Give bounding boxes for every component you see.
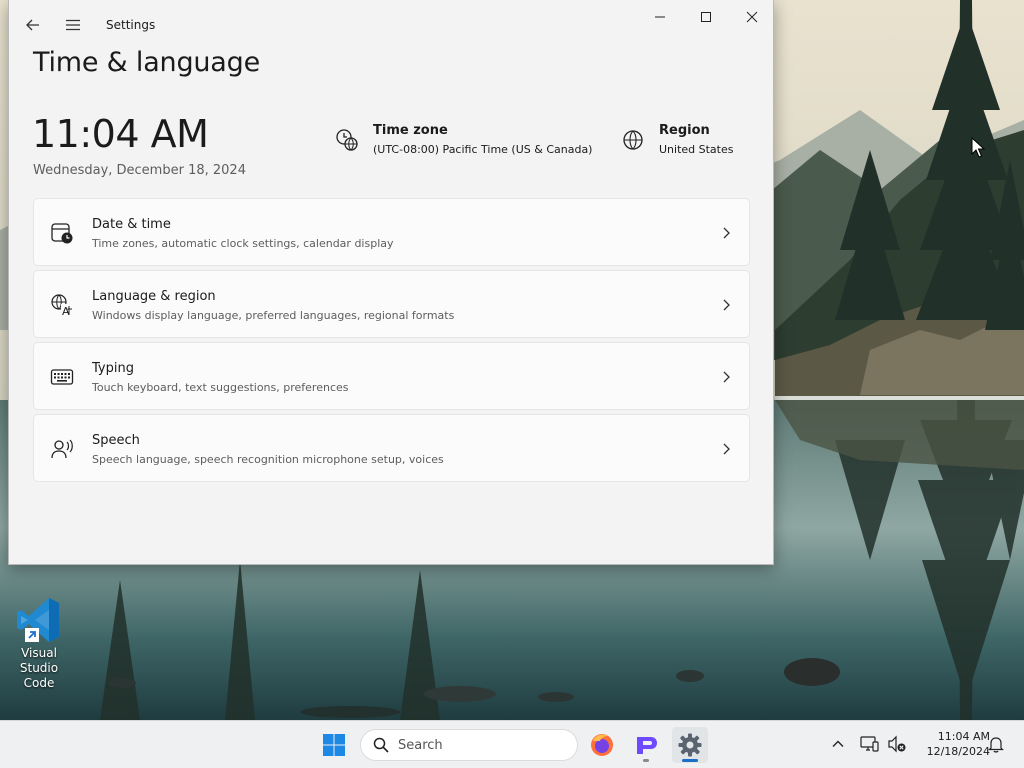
taskbar-search[interactable] [360,729,578,761]
region-value: United States [659,143,734,156]
card-subtitle: Touch keyboard, text suggestions, prefer… [92,381,349,394]
card-subtitle: Time zones, automatic clock settings, ca… [92,237,394,250]
region-info: Region United States [621,122,734,160]
settings-gear-icon [678,733,702,757]
taskbar-proton-pass[interactable] [628,727,664,763]
proton-app-icon [637,737,657,754]
card-title: Language & region [92,289,216,304]
language-icon: A [51,294,73,317]
back-arrow-icon [26,19,39,31]
network-icon[interactable] [858,733,880,755]
tray-date: 12/18/2024 [926,745,990,758]
windows-logo-icon [323,734,345,756]
card-subtitle: Speech language, speech recognition micr… [92,453,444,466]
vscode-icon [15,594,63,646]
card-title: Speech [92,433,140,448]
card-language-region[interactable]: A Language & region Windows display lang… [33,270,750,338]
time-zone-title: Time zone [373,123,448,138]
notification-bell-icon[interactable] [986,734,1006,754]
minimize-icon [655,16,665,18]
chevron-right-icon [723,371,730,383]
settings-card-list: Date & time Time zones, automatic clock … [33,198,750,486]
globe-clock-icon [336,129,358,151]
current-date: Wednesday, December 18, 2024 [33,163,246,178]
card-typing[interactable]: Typing Touch keyboard, text suggestions,… [33,342,750,410]
speech-icon [51,439,73,459]
chevron-right-icon [723,443,730,455]
close-icon [746,11,758,23]
active-indicator [682,759,698,762]
chevron-right-icon [723,227,730,239]
maximize-button[interactable] [683,0,729,34]
navigation-menu-button[interactable] [57,9,89,41]
maximize-icon [701,12,711,22]
mouse-cursor-icon [971,137,985,158]
card-subtitle: Windows display language, preferred lang… [92,309,455,322]
minimize-button[interactable] [637,0,683,34]
taskbar-settings[interactable] [672,727,708,763]
close-button[interactable] [729,0,775,34]
show-hidden-icons-chevron-up-icon[interactable] [829,735,847,753]
desktop-icon-vscode[interactable]: Visual Studio Code [2,594,76,691]
time-zone-info: Time zone (UTC-08:00) Pacific Time (US &… [335,122,592,160]
page-title: Time & language [33,47,261,78]
hamburger-icon [66,19,80,31]
card-date-time[interactable]: Date & time Time zones, automatic clock … [33,198,750,266]
volume-muted-icon[interactable] [886,733,908,755]
tray-clock[interactable]: 11:04 AM 12/18/2024 [912,729,990,759]
card-speech[interactable]: Speech Speech language, speech recogniti… [33,414,750,482]
region-title: Region [659,123,710,138]
globe-icon [623,130,643,150]
card-title: Date & time [92,217,171,232]
tray-time: 11:04 AM [937,730,990,743]
time-zone-value: (UTC-08:00) Pacific Time (US & Canada) [373,143,593,156]
calendar-clock-icon [51,223,73,244]
search-icon [373,737,389,753]
taskbar-firefox[interactable] [584,727,620,763]
settings-window: Settings Time & language 11:04 AM Wednes… [8,0,774,565]
taskbar: 11:04 AM 12/18/2024 [0,720,1024,768]
firefox-icon [591,734,613,756]
chevron-right-icon [723,299,730,311]
app-title: Settings [106,18,156,32]
start-button[interactable] [316,727,352,763]
back-button[interactable] [17,9,49,41]
title-bar: Settings [9,0,773,50]
card-title: Typing [92,361,134,376]
shortcut-arrow-icon [25,628,39,642]
running-indicator [643,759,649,762]
search-input[interactable] [398,737,558,753]
keyboard-icon [50,369,74,385]
current-time: 11:04 AM [32,112,209,156]
desktop-icon-label: Visual Studio Code [19,646,59,690]
